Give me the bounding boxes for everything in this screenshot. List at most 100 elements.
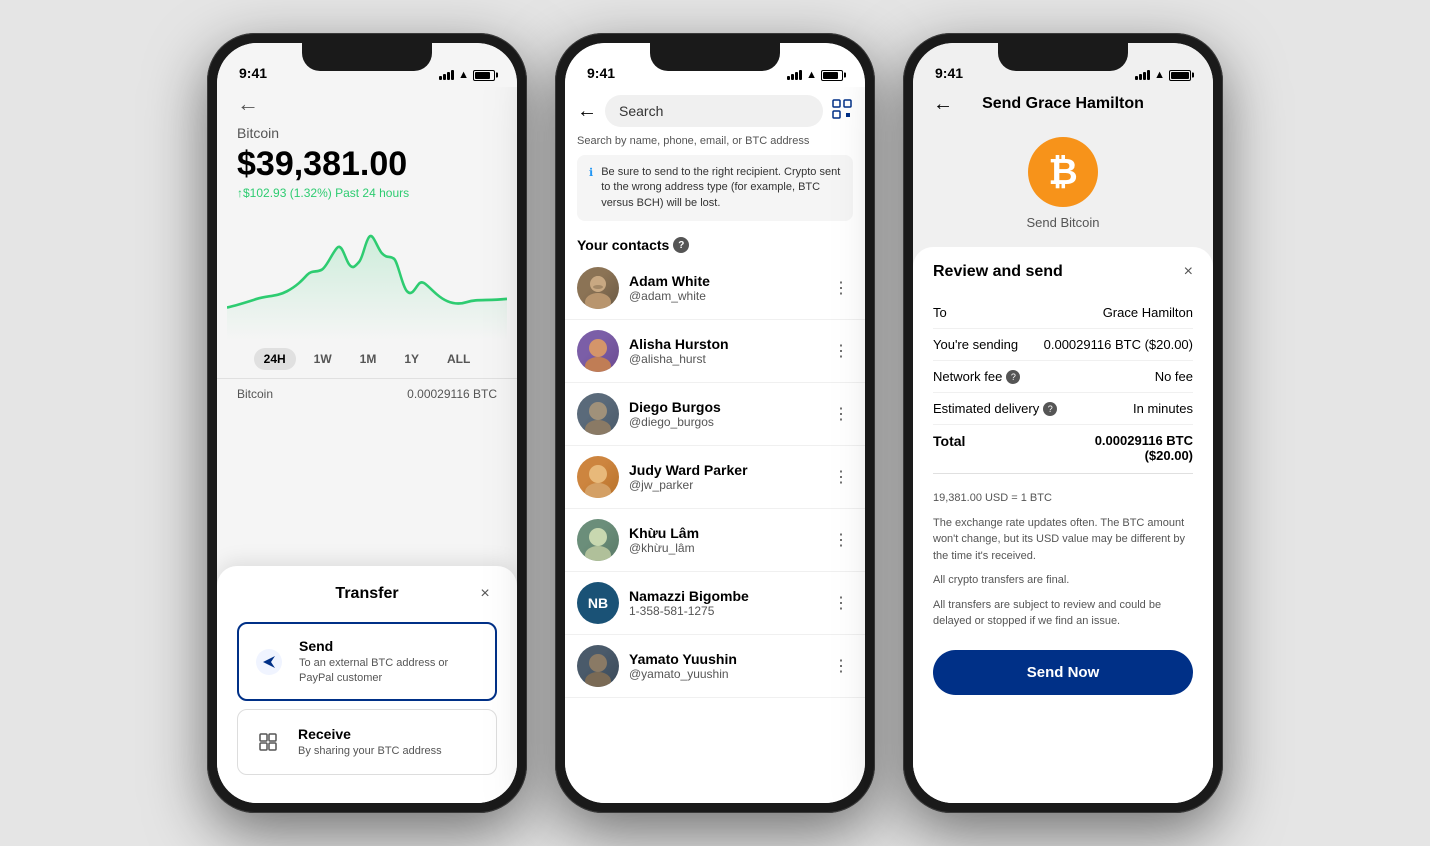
phone2-screen: 9:41 ▲ <box>565 43 865 803</box>
sheet-close-button[interactable]: × <box>473 582 497 606</box>
search-box[interactable]: Search <box>605 95 823 127</box>
review-value-fee: No fee <box>1155 369 1193 384</box>
contact-khuu[interactable]: Khừu Lâm @khừu_lâm ⋮ <box>565 509 865 572</box>
contact-yamato[interactable]: Yamato Yuushin @yamato_yuushin ⋮ <box>565 635 865 698</box>
review-sheet: Review and send × To Grace Hamilton You'… <box>913 247 1213 803</box>
contacts-help-icon[interactable]: ? <box>673 237 689 253</box>
review-row-fee: Network fee ? No fee <box>933 361 1193 393</box>
diego-more-button[interactable]: ⋮ <box>829 400 853 428</box>
review-info: 19,381.00 USD = 1 BTC The exchange rate … <box>933 490 1193 638</box>
judy-more-button[interactable]: ⋮ <box>829 463 853 491</box>
review-title: Review and send <box>933 263 1063 281</box>
namazzi-more-button[interactable]: ⋮ <box>829 589 853 617</box>
phone1-status-icons: ▲ <box>439 69 495 81</box>
phone1-back-button[interactable]: ← <box>217 87 517 125</box>
send-now-button[interactable]: Send Now <box>933 650 1193 695</box>
contacts-label: Your contacts ? <box>565 229 865 257</box>
send-title: Send <box>299 638 483 654</box>
review-close-button[interactable]: × <box>1184 263 1193 281</box>
filter-1y[interactable]: 1Y <box>394 348 429 370</box>
contact-alisha-info: Alisha Hurston @alisha_hurst <box>629 336 829 366</box>
yamato-name: Yamato Yuushin <box>629 651 829 667</box>
contact-adam[interactable]: Adam White @adam_white ⋮ <box>565 257 865 320</box>
wifi-icon: ▲ <box>458 69 469 81</box>
review-value-delivery: In minutes <box>1133 401 1193 416</box>
diego-handle: @diego_burgos <box>629 415 829 429</box>
info-icon: ℹ <box>589 166 593 211</box>
phone3-title: Send Grace Hamilton <box>982 95 1144 113</box>
sheet-header: Transfer × <box>237 582 497 606</box>
avatar-alisha <box>577 330 619 372</box>
adam-more-button[interactable]: ⋮ <box>829 274 853 302</box>
review-row-sending: You're sending 0.00029116 BTC ($20.00) <box>933 329 1193 361</box>
judy-name: Judy Ward Parker <box>629 462 829 478</box>
info-review: All transfers are subject to review and … <box>933 597 1193 630</box>
signal-icon <box>439 70 454 80</box>
btc-row-left: Bitcoin <box>237 387 273 401</box>
filter-1m[interactable]: 1M <box>350 348 387 370</box>
avatar-diego <box>577 393 619 435</box>
contact-diego-info: Diego Burgos @diego_burgos <box>629 399 829 429</box>
transfer-sheet: Transfer × Send <box>217 566 517 803</box>
phone3-notch <box>998 43 1128 71</box>
send-option[interactable]: Send To an external BTC address or PayPa… <box>237 622 497 701</box>
filter-1w[interactable]: 1W <box>304 348 342 370</box>
bitcoin-chart <box>217 210 517 340</box>
bitcoin-hero: ₿ Send Bitcoin <box>913 121 1213 238</box>
avatar-adam <box>577 267 619 309</box>
contact-yamato-info: Yamato Yuushin @yamato_yuushin <box>629 651 829 681</box>
phone1-screen: 9:41 ▲ ← <box>217 43 517 803</box>
battery-icon <box>473 70 495 81</box>
avatar-yamato <box>577 645 619 687</box>
filter-all[interactable]: ALL <box>437 348 480 370</box>
adam-name: Adam White <box>629 273 829 289</box>
contact-diego[interactable]: Diego Burgos @diego_burgos ⋮ <box>565 383 865 446</box>
phone-2: 9:41 ▲ <box>555 33 875 813</box>
judy-handle: @jw_parker <box>629 478 829 492</box>
wifi-icon: ▲ <box>1154 69 1165 81</box>
review-label-fee: Network fee ? <box>933 369 1020 384</box>
btc-row-right: 0.00029116 BTC <box>407 387 497 401</box>
phone2-time: 9:41 <box>587 65 615 81</box>
phone1-main-content: ← Bitcoin $39,381.00 ↑$102.93 (1.32%) Pa… <box>217 87 517 803</box>
send-icon <box>251 644 287 680</box>
avatar-namazzi: NB <box>577 582 619 624</box>
time-filter-bar: 24H 1W 1M 1Y ALL <box>217 340 517 378</box>
phone3-main-content: ← Send Grace Hamilton ₿ Send Bitcoin Rev… <box>913 87 1213 803</box>
receive-option[interactable]: Receive By sharing your BTC address <box>237 709 497 775</box>
khuu-more-button[interactable]: ⋮ <box>829 526 853 554</box>
yamato-more-button[interactable]: ⋮ <box>829 652 853 680</box>
qr-scan-icon[interactable] <box>831 98 853 125</box>
signal-icon <box>1135 70 1150 80</box>
contact-khuu-info: Khừu Lâm @khừu_lâm <box>629 525 829 555</box>
review-row-total: Total 0.00029116 BTC($20.00) <box>933 425 1193 474</box>
phone1-change: ↑$102.93 (1.32%) Past 24 hours <box>217 186 517 210</box>
fee-help-icon[interactable]: ? <box>1006 370 1020 384</box>
alisha-more-button[interactable]: ⋮ <box>829 337 853 365</box>
alisha-handle: @alisha_hurst <box>629 352 829 366</box>
review-label-total: Total <box>933 433 965 449</box>
contact-namazzi[interactable]: NB Namazzi Bigombe 1-358-581-1275 ⋮ <box>565 572 865 635</box>
price-chart-svg <box>227 210 507 340</box>
contact-namazzi-info: Namazzi Bigombe 1-358-581-1275 <box>629 588 829 618</box>
receive-title: Receive <box>298 726 484 742</box>
phone3-back-button[interactable]: ← <box>933 93 953 116</box>
receive-desc: By sharing your BTC address <box>298 744 484 758</box>
search-hint: Search by name, phone, email, or BTC add… <box>565 135 865 155</box>
contact-judy[interactable]: Judy Ward Parker @jw_parker ⋮ <box>565 446 865 509</box>
phone3-status-icons: ▲ <box>1135 69 1191 81</box>
send-desc: To an external BTC address or PayPal cus… <box>299 656 483 685</box>
battery-icon <box>1169 70 1191 81</box>
delivery-help-icon[interactable]: ? <box>1043 402 1057 416</box>
wifi-icon: ▲ <box>806 69 817 81</box>
search-row: ← Search <box>565 87 865 135</box>
phones-container: 9:41 ▲ ← <box>207 33 1223 813</box>
contact-alisha[interactable]: Alisha Hurston @alisha_hurst ⋮ <box>565 320 865 383</box>
phone-1: 9:41 ▲ ← <box>207 33 527 813</box>
filter-24h[interactable]: 24H <box>254 348 296 370</box>
phone2-back-button[interactable]: ← <box>577 100 597 123</box>
phone2-main-content: ← Search Searc <box>565 87 865 803</box>
bitcoin-logo: ₿ <box>1028 137 1098 207</box>
namazzi-name: Namazzi Bigombe <box>629 588 829 604</box>
contact-adam-info: Adam White @adam_white <box>629 273 829 303</box>
